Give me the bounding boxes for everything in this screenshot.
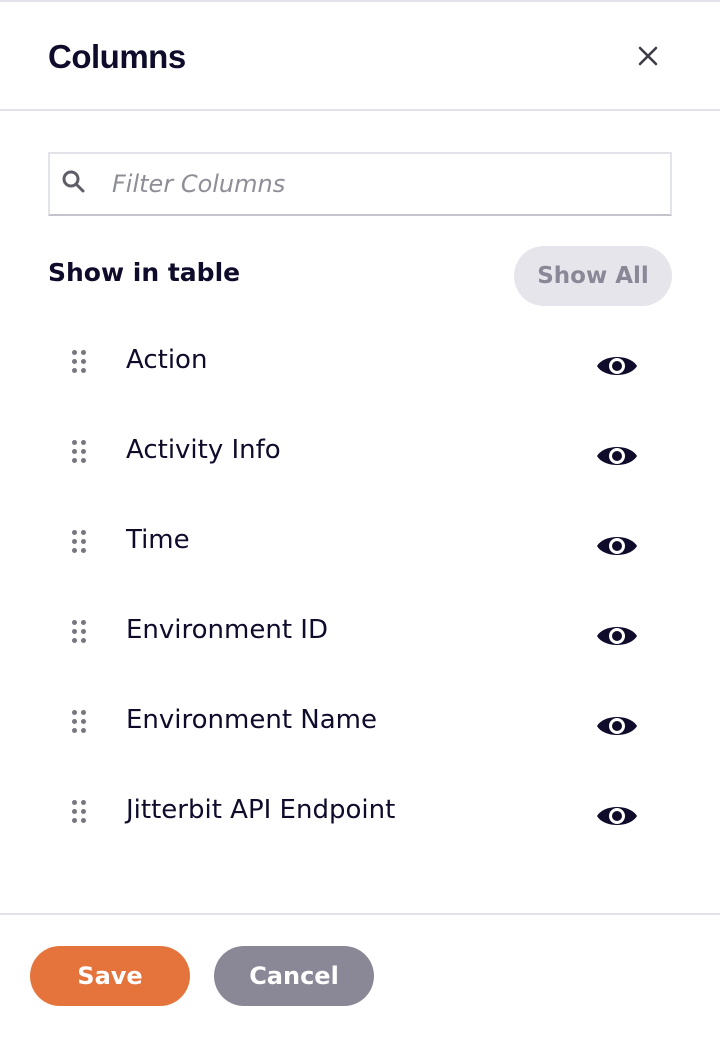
drag-handle-icon[interactable] (72, 440, 90, 468)
column-item: Time (0, 500, 720, 590)
column-item: Action (0, 320, 720, 410)
column-item: Jitterbit API Endpoint (0, 770, 720, 860)
cancel-button[interactable]: Cancel (214, 946, 374, 1006)
column-item: Environment Name (0, 680, 720, 770)
column-label: Activity Info (126, 435, 281, 465)
column-label: Time (126, 525, 190, 555)
eye-icon[interactable] (596, 531, 638, 561)
header-divider (0, 109, 720, 111)
column-item: Environment ID (0, 590, 720, 680)
drag-handle-icon[interactable] (72, 710, 90, 738)
column-label: Jitterbit API Endpoint (126, 795, 396, 825)
filter-columns-field[interactable] (48, 152, 672, 216)
eye-icon[interactable] (596, 441, 638, 471)
drag-handle-icon[interactable] (72, 800, 90, 828)
column-label: Action (126, 345, 208, 375)
search-icon (62, 170, 85, 193)
column-label: Environment Name (126, 705, 377, 735)
show-in-table-label: Show in table (48, 258, 241, 287)
eye-icon[interactable] (596, 351, 638, 381)
close-icon (638, 46, 658, 66)
eye-icon[interactable] (596, 711, 638, 741)
eye-icon[interactable] (596, 621, 638, 651)
close-button[interactable] (632, 40, 664, 72)
eye-icon[interactable] (596, 801, 638, 831)
panel-title: Columns (48, 38, 186, 75)
save-button[interactable]: Save (30, 946, 190, 1006)
filter-columns-input[interactable] (112, 154, 652, 214)
drag-handle-icon[interactable] (72, 620, 90, 648)
drag-handle-icon[interactable] (72, 530, 90, 558)
column-label: Environment ID (126, 615, 328, 645)
show-all-button[interactable]: Show All (514, 246, 672, 306)
panel-header: Columns (0, 2, 720, 110)
column-item: Activity Info (0, 410, 720, 500)
drag-handle-icon[interactable] (72, 350, 90, 378)
footer-divider (0, 913, 720, 915)
